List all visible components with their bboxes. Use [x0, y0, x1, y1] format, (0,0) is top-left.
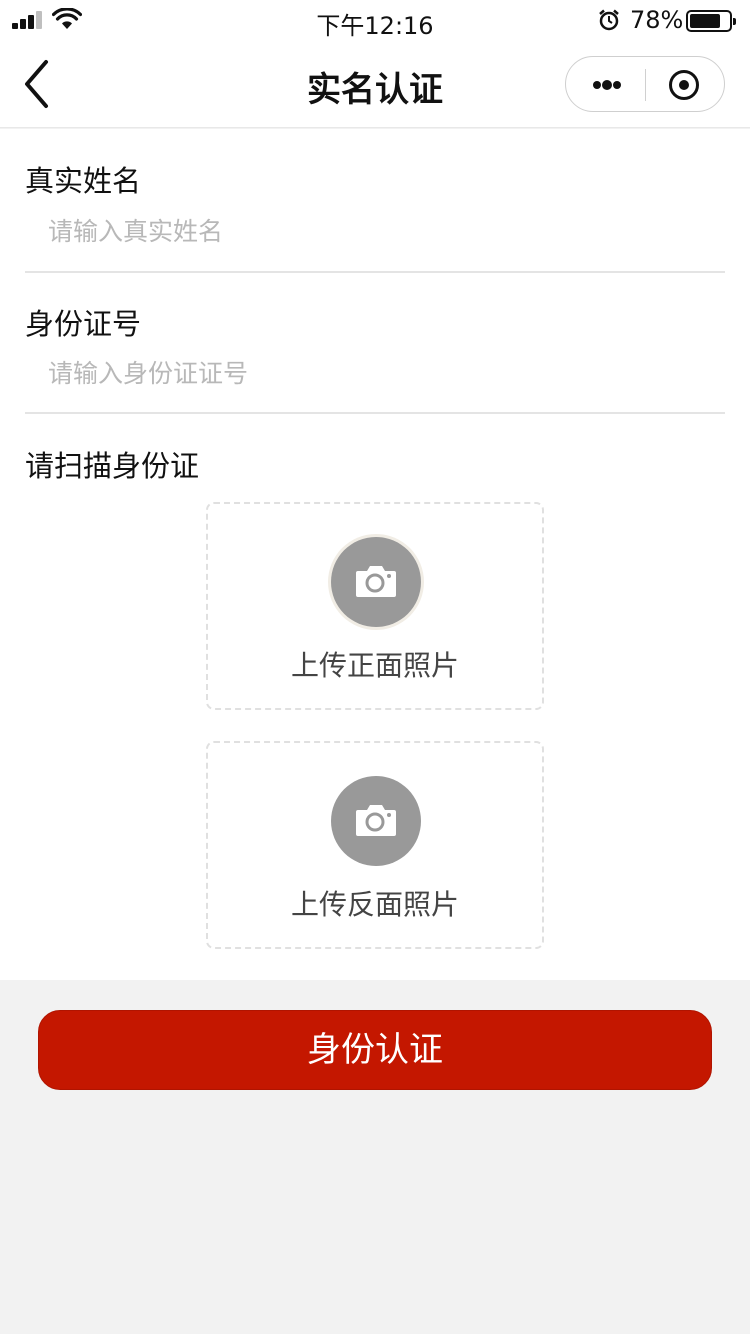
alarm-icon — [599, 9, 619, 31]
more-dots-icon — [593, 81, 601, 89]
camera-icon — [356, 805, 396, 836]
id-label: 身份证号 — [25, 307, 142, 341]
status-bar: 下午12:16 78% — [0, 0, 750, 40]
miniprogram-capsule — [565, 56, 725, 112]
more-dot-center — [602, 80, 612, 90]
battery-icon — [686, 10, 736, 32]
verification-form: 真实姓名 身份证号 请扫描身份证 上传正面照片 上传反面照片 — [0, 129, 750, 980]
upload-front-button[interactable]: 上传正面照片 — [206, 502, 544, 710]
camera-icon — [356, 566, 396, 597]
camera-icon-circle — [331, 537, 421, 627]
close-miniprogram-button[interactable] — [646, 57, 726, 113]
id-number-input[interactable] — [48, 351, 708, 395]
battery-fill — [690, 14, 720, 28]
verify-identity-button[interactable]: 身份认证 — [38, 1010, 712, 1090]
name-input[interactable] — [48, 209, 708, 253]
scan-id-label: 请扫描身份证 — [25, 449, 200, 483]
name-label: 真实姓名 — [25, 164, 142, 198]
more-button[interactable] — [566, 57, 646, 113]
target-dot — [679, 80, 689, 90]
upload-front-label: 上传正面照片 — [290, 649, 459, 682]
more-dot-right — [613, 81, 621, 89]
nav-bar: 实名认证 — [0, 40, 750, 128]
camera-icon-circle — [331, 776, 421, 866]
upload-back-button[interactable]: 上传反面照片 — [206, 741, 544, 949]
battery-percent: 78% — [630, 6, 684, 34]
divider — [25, 412, 725, 414]
upload-back-label: 上传反面照片 — [290, 888, 459, 921]
divider — [25, 271, 725, 273]
